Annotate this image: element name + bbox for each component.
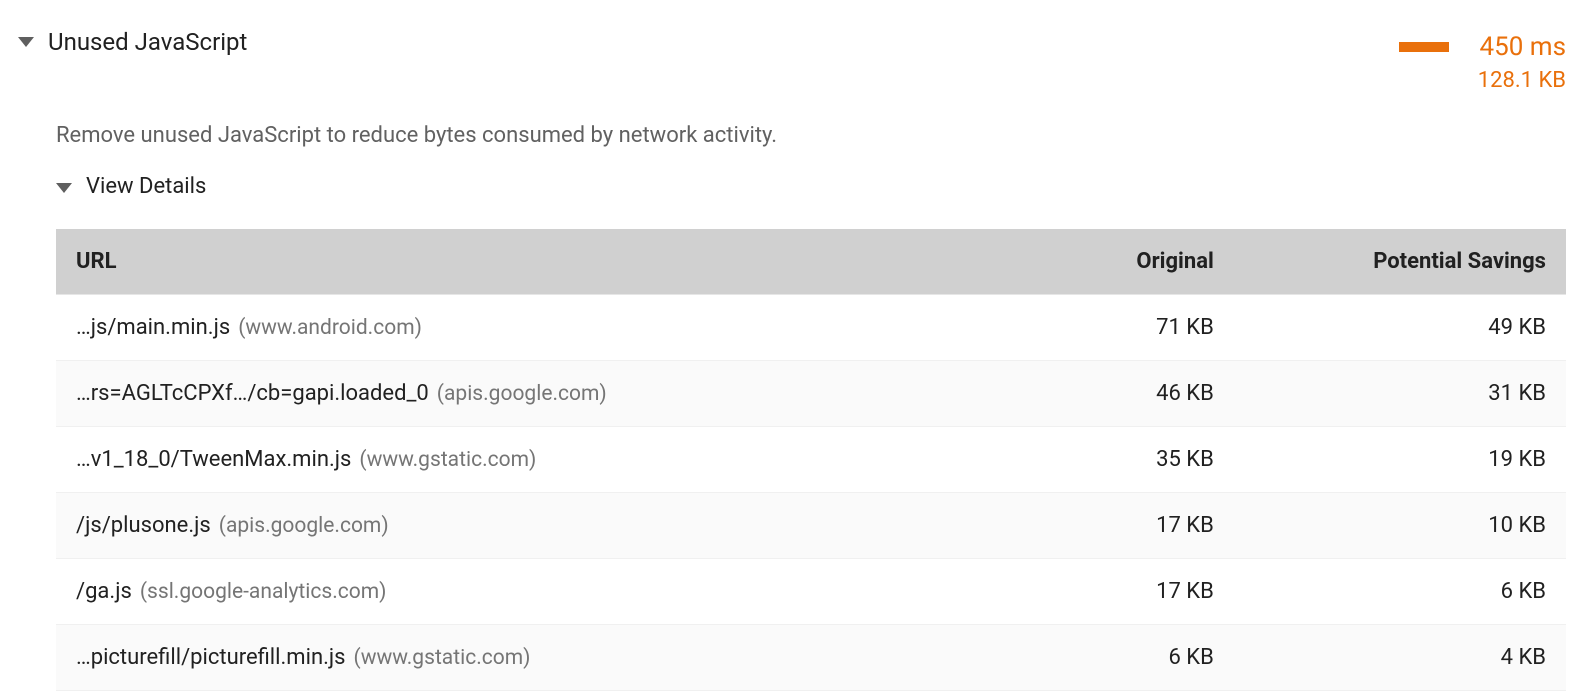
url-host: (apis.google.com) <box>219 514 389 538</box>
cell-original: 17 KB <box>992 493 1234 559</box>
cell-url[interactable]: …rs=AGLTcCPXf…/cb=gapi.loaded_0 (apis.goo… <box>56 361 992 427</box>
cell-savings: 49 KB <box>1234 295 1566 361</box>
cell-savings: 10 KB <box>1234 493 1566 559</box>
view-details-label: View Details <box>86 174 206 199</box>
table-row: …js/main.min.js (www.android.com) 71 KB49 … <box>56 295 1566 361</box>
cell-url[interactable]: …js/main.min.js (www.android.com) <box>56 295 992 361</box>
audit-header: Unused JavaScript 450 ms 128.1 KB <box>18 10 1566 105</box>
url-path: …picturefill/picturefill.min.js <box>76 645 346 670</box>
col-original[interactable]: Original <box>992 229 1234 295</box>
cell-savings: 31 KB <box>1234 361 1566 427</box>
table-row: /js/plusone.js (apis.google.com) 17 KB10 K… <box>56 493 1566 559</box>
cell-url[interactable]: …picturefill/picturefill.min.js (www.gsta… <box>56 625 992 691</box>
cell-url[interactable]: …v1_18_0/TweenMax.min.js (www.gstatic.com… <box>56 427 992 493</box>
view-details-toggle[interactable]: View Details <box>56 174 1566 229</box>
audit-title: Unused JavaScript <box>48 28 247 56</box>
metric-size: 128.1 KB <box>1478 68 1566 93</box>
url-path: …v1_18_0/TweenMax.min.js <box>76 447 351 472</box>
col-url[interactable]: URL <box>56 229 992 295</box>
url-path: …js/main.min.js <box>76 315 230 340</box>
table-row: /ga.js (ssl.google-analytics.com) 17 KB6 K… <box>56 559 1566 625</box>
url-path: /js/plusone.js <box>76 513 211 538</box>
url-host: (www.gstatic.com) <box>354 646 531 670</box>
url-path: …rs=AGLTcCPXf…/cb=gapi.loaded_0 <box>76 381 429 406</box>
cell-savings: 4 KB <box>1234 625 1566 691</box>
url-host: (ssl.google-analytics.com) <box>140 580 387 604</box>
cell-original: 71 KB <box>992 295 1234 361</box>
cell-original: 35 KB <box>992 427 1234 493</box>
metric-bar-icon <box>1399 42 1449 52</box>
chevron-down-icon <box>56 183 72 193</box>
cell-url[interactable]: /ga.js (ssl.google-analytics.com) <box>56 559 992 625</box>
cell-original: 17 KB <box>992 559 1234 625</box>
col-savings[interactable]: Potential Savings <box>1234 229 1566 295</box>
table-header-row: URL Original Potential Savings <box>56 229 1566 295</box>
cell-original: 46 KB <box>992 361 1234 427</box>
cell-savings: 19 KB <box>1234 427 1566 493</box>
url-path: /ga.js <box>76 579 132 604</box>
table-row: …rs=AGLTcCPXf…/cb=gapi.loaded_0 (apis.goo… <box>56 361 1566 427</box>
url-host: (apis.google.com) <box>437 382 607 406</box>
url-host: (www.android.com) <box>238 316 422 340</box>
details-table: URL Original Potential Savings …js/main.… <box>56 229 1566 691</box>
cell-url[interactable]: /js/plusone.js (apis.google.com) <box>56 493 992 559</box>
table-row: …picturefill/picturefill.min.js (www.gsta… <box>56 625 1566 691</box>
cell-savings: 6 KB <box>1234 559 1566 625</box>
cell-original: 6 KB <box>992 625 1234 691</box>
table-row: …v1_18_0/TweenMax.min.js (www.gstatic.com… <box>56 427 1566 493</box>
audit-description: Remove unused JavaScript to reduce bytes… <box>56 105 1566 174</box>
url-host: (www.gstatic.com) <box>359 448 536 472</box>
metric-time: 450 ms <box>1479 32 1566 62</box>
collapse-caret-icon[interactable] <box>18 37 34 47</box>
metric-block: 450 ms 128.1 KB <box>1399 28 1566 93</box>
